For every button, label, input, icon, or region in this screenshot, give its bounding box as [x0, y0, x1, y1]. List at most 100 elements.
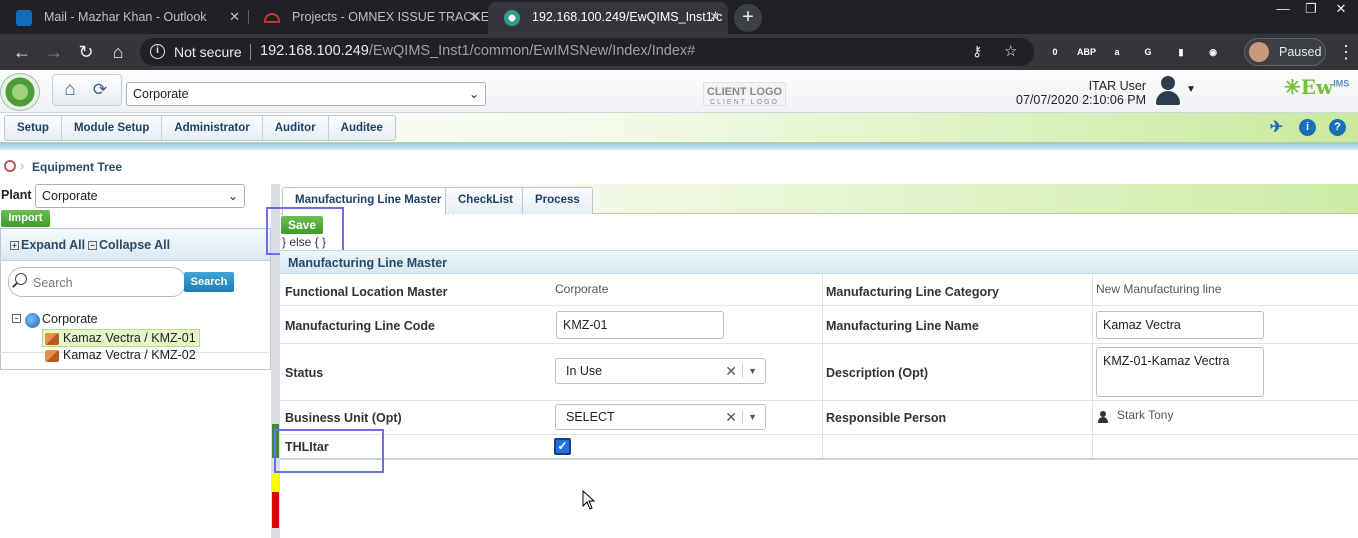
new-tab-button[interactable]: + — [734, 4, 762, 32]
highlight-box — [274, 429, 384, 473]
info-icon[interactable]: i — [150, 44, 165, 59]
browser-tab-title: Projects - OMNEX ISSUE TRACKE — [292, 10, 488, 24]
browser-tab-strip: Mail - Mazhar Khan - Outlook ✕ Projects … — [0, 0, 1358, 34]
shield-icon[interactable]: 0 — [1046, 43, 1064, 61]
browser-tab-ewqims[interactable]: 192.168.100.249/EwQIMS_Inst1/c ✕ — [488, 2, 728, 34]
back-icon[interactable]: ← — [10, 40, 34, 64]
menu-auditee[interactable]: Auditee — [329, 116, 395, 140]
browser-toolbar: ← → ↻ ⌂ i Not secure 192.168.100.249/EwQ… — [0, 34, 1358, 70]
adblock-icon[interactable]: ABP — [1077, 43, 1096, 61]
security-label: Not secure — [174, 44, 242, 60]
refresh-icon[interactable]: ⟳ — [89, 80, 111, 100]
main-menu-bar: Setup Module Setup Administrator Auditor… — [0, 113, 1358, 143]
plus-icon: + — [10, 241, 19, 250]
pdf-icon[interactable]: ▮ — [1172, 43, 1190, 61]
reload-icon[interactable]: ↻ — [74, 40, 98, 64]
menu-administrator[interactable]: Administrator — [162, 116, 263, 140]
tree-node-kmz-02[interactable]: Kamaz Vectra / KMZ-02 — [43, 347, 199, 363]
address-bar[interactable]: i Not secure 192.168.100.249/EwQIMS_Inst… — [140, 38, 1034, 66]
info-icon[interactable]: i — [1299, 119, 1316, 136]
caret-down-icon[interactable]: ▼ — [748, 359, 757, 383]
profile-status: Paused — [1279, 45, 1322, 59]
functional-location-value: Corporate — [555, 282, 609, 296]
home-icon[interactable]: ⌂ — [106, 40, 130, 64]
category-label: Manufacturing Line Category — [826, 285, 999, 299]
close-icon[interactable]: ✕ — [709, 2, 720, 32]
description-label: Description (Opt) — [826, 366, 929, 380]
expand-all-label: Expand All — [21, 238, 86, 252]
tab-checklist[interactable]: CheckList — [445, 187, 526, 214]
clear-icon[interactable]: ✕ — [725, 405, 737, 429]
user-dropdown-icon[interactable]: ▼ — [1186, 84, 1196, 95]
app-logo — [0, 73, 40, 111]
plant-select[interactable]: Corporate ⌄ — [35, 184, 245, 208]
clear-icon[interactable]: ✕ — [725, 359, 737, 383]
tree-node-label: Kamaz Vectra / KMZ-01 — [63, 331, 196, 345]
help-icon[interactable]: ? — [1329, 119, 1346, 136]
plant-label: Plant — [1, 188, 32, 202]
url-text[interactable]: 192.168.100.249/EwQIMS_Inst1/common/EwIM… — [260, 43, 695, 59]
menu-auditor[interactable]: Auditor — [263, 116, 329, 140]
menu-setup[interactable]: Setup — [5, 116, 62, 140]
divider — [742, 364, 743, 378]
status-select[interactable]: In Use ✕ ▼ — [555, 358, 766, 384]
tab-process[interactable]: Process — [522, 187, 593, 214]
collapse-all-button[interactable]: − Collapse All — [88, 238, 170, 252]
firefox-icon[interactable]: ◉ — [1204, 43, 1222, 61]
browser-tab-title: Mail - Mazhar Khan - Outlook — [44, 10, 207, 24]
responsible-label: Responsible Person — [826, 411, 947, 425]
google-icon[interactable]: G — [1139, 43, 1157, 61]
form-row: Functional Location Master Corporate Man… — [280, 274, 1358, 306]
breadcrumb: › Equipment Tree — [0, 152, 1358, 180]
tree-node-kmz-01[interactable]: Kamaz Vectra / KMZ-01 — [42, 329, 200, 347]
current-datetime: 07/07/2020 2:10:06 PM — [1016, 93, 1146, 107]
restore-icon[interactable]: ❐ — [1296, 0, 1326, 18]
page-title: Equipment Tree — [32, 160, 123, 174]
user-avatar-icon[interactable] — [1154, 74, 1182, 106]
menu-module-setup[interactable]: Module Setup — [62, 116, 163, 140]
collapse-all-label: Collapse All — [99, 238, 171, 252]
url-path: /EwQIMS_Inst1/common/EwIMSNew/Index/Inde… — [368, 43, 696, 59]
name-label: Manufacturing Line Name — [826, 319, 979, 333]
code-input[interactable] — [556, 311, 724, 339]
close-icon[interactable]: ✕ — [469, 2, 480, 32]
collapse-node-icon[interactable]: − — [12, 314, 21, 323]
plant-header-select[interactable]: Corporate ⌄ — [126, 82, 486, 106]
home-icon[interactable]: ⌂ — [59, 80, 81, 100]
close-icon[interactable]: ✕ — [229, 2, 240, 32]
star-icon[interactable]: ☆ — [1004, 42, 1017, 60]
form-title: Manufacturing Line Master — [288, 256, 448, 270]
menu-dots-icon[interactable]: ⋮ — [1334, 40, 1358, 64]
close-window-icon[interactable]: ✕ — [1326, 0, 1356, 18]
description-textarea[interactable] — [1096, 347, 1264, 397]
avatar — [1249, 42, 1269, 62]
expand-collapse-bar: + Expand All − Collapse All — [1, 229, 270, 261]
search-input[interactable] — [33, 274, 181, 292]
name-input[interactable] — [1096, 311, 1264, 339]
profile-button[interactable]: Paused — [1244, 38, 1326, 66]
user-info: ITAR User 07/07/2020 2:10:06 PM — [1000, 79, 1146, 107]
equipment-icon — [45, 333, 59, 345]
chevron-right-icon: › — [20, 158, 25, 173]
forward-icon[interactable]: → — [42, 40, 66, 64]
caret-down-icon[interactable]: ▼ — [748, 405, 757, 429]
tree-root-corporate[interactable]: Corporate — [42, 312, 98, 326]
key-icon[interactable]: ⚷ — [972, 43, 982, 60]
issue-tracker-icon — [264, 13, 280, 23]
minimize-icon[interactable]: — — [1268, 0, 1298, 18]
brand-sup: IMS — [1333, 78, 1350, 89]
app-header: ⌂ ⟳ Corporate ⌄ CLIENT LOGO CLIENT LOGO I… — [0, 70, 1358, 113]
thlitar-checkbox[interactable]: ✓ — [554, 438, 571, 455]
person-icon — [1098, 411, 1108, 423]
search-button[interactable]: Search — [184, 272, 234, 292]
manufacturing-line-form: Functional Location Master Corporate Man… — [280, 274, 1358, 458]
import-button[interactable]: Import — [1, 210, 50, 227]
business-unit-select[interactable]: SELECT ✕ ▼ — [555, 404, 766, 430]
expand-all-button[interactable]: + Expand All — [10, 238, 85, 252]
form-section-header: Manufacturing Line Master — [280, 250, 1358, 274]
equipment-icon — [45, 350, 59, 362]
browser-tab-omnex[interactable]: Projects - OMNEX ISSUE TRACKE ✕ — [248, 2, 488, 34]
browser-tab-outlook[interactable]: Mail - Mazhar Khan - Outlook ✕ — [0, 2, 248, 34]
amazon-icon[interactable]: a — [1108, 43, 1126, 61]
pin-icon[interactable]: ✈ — [1268, 119, 1285, 136]
